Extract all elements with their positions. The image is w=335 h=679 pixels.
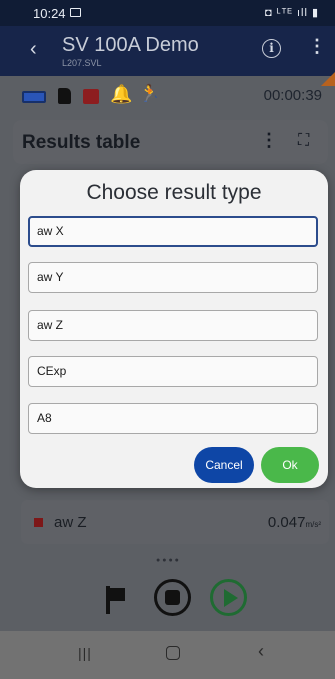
result-unit: m/s² [305, 520, 321, 529]
dialog-title: Choose result type [86, 181, 262, 204]
option-aw-y[interactable]: aw Y [28, 262, 318, 293]
option-a8[interactable]: A8 [28, 403, 318, 434]
stop-icon [165, 590, 180, 605]
status-bar: 10:24 ◘ ᴸᵀᴱ ıll ▮ [0, 0, 335, 26]
play-icon [224, 589, 238, 607]
app-bar: ‹ SV 100A Demo L207.SVL i ⋮ [0, 26, 335, 76]
series-color-swatch [34, 518, 43, 527]
record-indicator-icon [83, 89, 99, 104]
page-indicator: ●●●● [156, 557, 181, 564]
info-icon[interactable]: i [262, 39, 281, 58]
back-arrow-icon[interactable]: ‹ [30, 38, 37, 61]
cancel-button[interactable]: Cancel [194, 447, 254, 483]
nav-back-icon[interactable]: ‹ [258, 641, 264, 662]
elapsed-time: 00:00:39 [263, 87, 322, 104]
status-icons: ◘ ᴸᵀᴱ ıll ▮ [265, 7, 319, 19]
result-row[interactable]: aw Z 0.047m/s² [21, 500, 329, 544]
result-value: 0.047 [267, 514, 306, 531]
status-time: 10:24 [33, 6, 66, 21]
choose-result-type-dialog: Choose result type aw X aw Y aw Z CExp A… [20, 170, 328, 488]
running-person-icon: 🏃 [139, 84, 161, 103]
marker-flag-button[interactable] [106, 586, 126, 614]
battery-icon [22, 91, 46, 103]
expand-icon[interactable]: ⛶ [298, 132, 309, 150]
option-aw-x[interactable]: aw X [28, 216, 318, 247]
ok-button[interactable]: Ok [261, 447, 319, 483]
accent-corner [321, 72, 335, 86]
option-aw-z[interactable]: aw Z [28, 310, 318, 341]
bell-icon: 🔔 [110, 84, 133, 104]
home-icon[interactable] [166, 646, 180, 660]
result-label: aw Z [54, 514, 87, 531]
app-title: SV 100A Demo [62, 34, 199, 56]
result-value-group: 0.047m/s² [268, 514, 321, 531]
file-name: L207.SVL [62, 58, 102, 68]
start-button[interactable] [210, 579, 247, 616]
image-notification-icon [70, 8, 81, 17]
more-options-icon[interactable]: ⋮ [308, 36, 326, 57]
results-table-title: Results table [22, 132, 141, 153]
results-menu-icon[interactable]: ⋮ [260, 130, 278, 151]
results-table-card: Results table ⋮ ⛶ [13, 120, 328, 164]
sd-card-icon [58, 88, 71, 104]
stop-button[interactable] [154, 579, 191, 616]
system-nav-bar: ||| ‹ [0, 631, 335, 679]
flag-icon [110, 588, 125, 601]
recents-icon[interactable]: ||| [78, 645, 92, 661]
option-cexp[interactable]: CExp [28, 356, 318, 387]
